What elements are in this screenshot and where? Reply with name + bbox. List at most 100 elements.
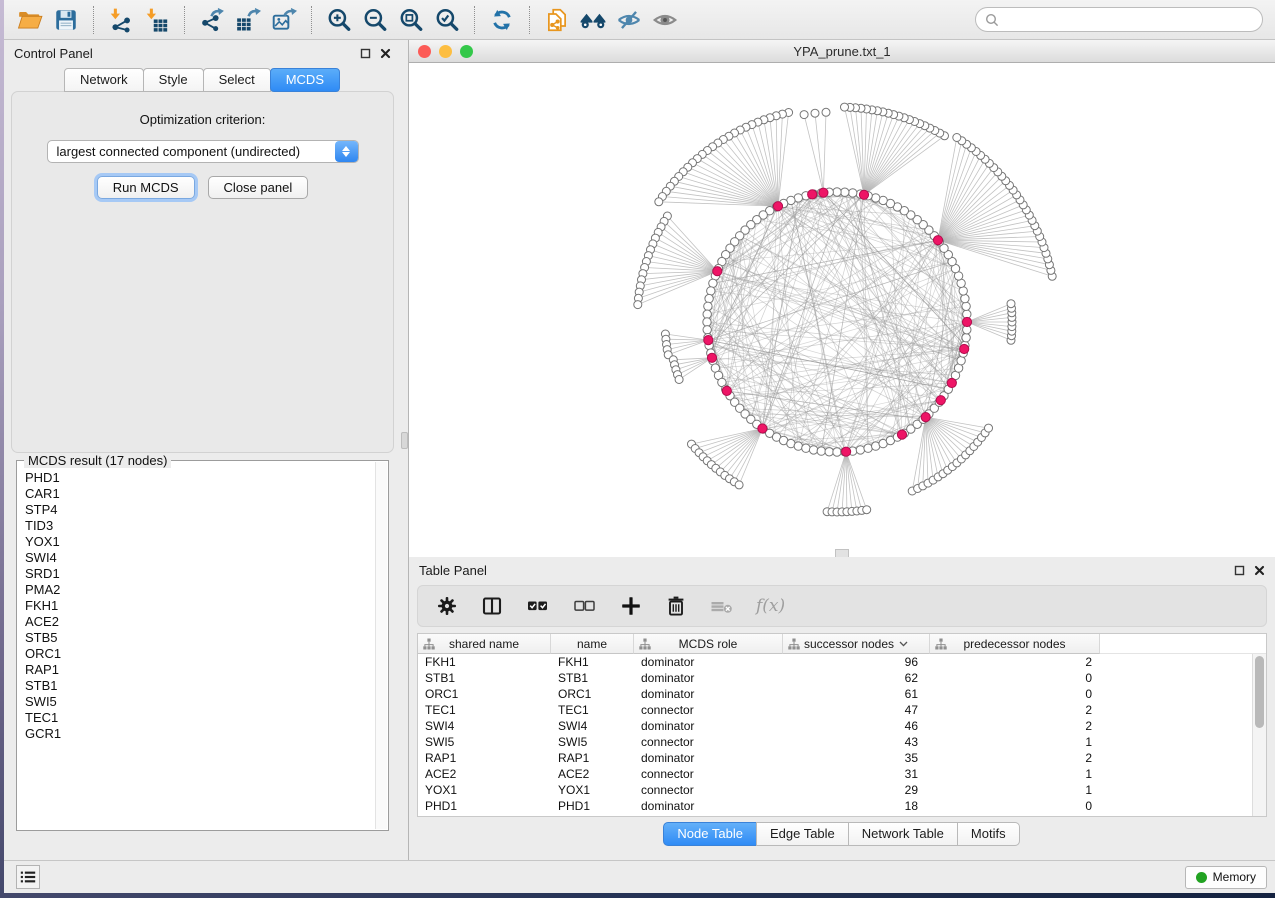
mcds-node-item[interactable]: STP4 (25, 502, 388, 518)
mcds-node-item[interactable]: STB5 (25, 630, 388, 646)
table-cell: STB1 (551, 671, 634, 685)
mcds-node-item[interactable]: TID3 (25, 518, 388, 534)
network-graph[interactable] (409, 63, 1274, 557)
table-scrollbar[interactable] (1252, 654, 1266, 816)
delete-icon[interactable] (664, 594, 688, 618)
table-row[interactable]: ORC1ORC1dominator610 (418, 686, 1266, 702)
tab-mcds[interactable]: MCDS (270, 68, 340, 92)
close-table-panel-icon[interactable] (1253, 564, 1265, 576)
save-icon[interactable] (49, 5, 83, 35)
table-row[interactable]: SWI4SWI4dominator462 (418, 718, 1266, 734)
table-cell: 2 (930, 655, 1100, 669)
refresh-icon[interactable] (485, 5, 519, 35)
close-panel-icon[interactable] (379, 47, 391, 59)
run-mcds-button[interactable]: Run MCDS (97, 176, 195, 199)
header-filler (1100, 634, 1266, 654)
mcds-result-title: MCDS result (17 nodes) (24, 453, 171, 468)
network-window-titlebar[interactable]: YPA_prune.txt_1 (409, 40, 1275, 63)
memory-status-icon (1196, 872, 1207, 883)
table-row[interactable]: RAP1RAP1dominator352 (418, 750, 1266, 766)
zoom-fit-icon[interactable] (394, 5, 428, 35)
import-table-icon[interactable] (140, 5, 174, 35)
network-file-icon[interactable] (540, 5, 574, 35)
search-box[interactable] (975, 7, 1263, 32)
network-canvas[interactable] (409, 63, 1275, 557)
zoom-selected-icon[interactable] (430, 5, 464, 35)
show-all-icon[interactable] (648, 5, 682, 35)
mcds-node-item[interactable]: RAP1 (25, 662, 388, 678)
mcds-node-item[interactable]: SWI5 (25, 694, 388, 710)
mcds-node-item[interactable]: STB1 (25, 678, 388, 694)
panel-splitter[interactable] (401, 40, 409, 860)
open-folder-icon[interactable] (13, 5, 47, 35)
table-splitter-handle[interactable] (835, 549, 849, 557)
column-header-MCDS-role[interactable]: MCDS role (634, 634, 783, 654)
close-window-icon[interactable] (418, 45, 431, 58)
deselect-all-icon[interactable] (572, 594, 598, 618)
mcds-node-item[interactable]: GCR1 (25, 726, 388, 742)
column-header-name[interactable]: name (551, 634, 634, 654)
tab-select[interactable]: Select (203, 68, 271, 92)
table-cell: TEC1 (551, 703, 634, 717)
search-network-icon[interactable] (576, 5, 610, 35)
column-header-shared-name[interactable]: shared name (418, 634, 551, 654)
mcds-node-item[interactable]: SWI4 (25, 550, 388, 566)
table-cell: 0 (930, 799, 1100, 813)
gear-icon[interactable] (435, 594, 459, 618)
float-panel-icon[interactable] (359, 47, 371, 59)
table-row[interactable]: PHD1PHD1dominator180 (418, 798, 1266, 814)
export-image-icon[interactable] (267, 5, 301, 35)
column-header-predecessor-nodes[interactable]: predecessor nodes (930, 634, 1100, 654)
mcds-node-item[interactable]: ACE2 (25, 614, 388, 630)
tab-network[interactable]: Network (64, 68, 144, 92)
table-row[interactable]: FKH1FKH1dominator962 (418, 654, 1266, 670)
import-network-icon[interactable] (104, 5, 138, 35)
memory-button[interactable]: Memory (1185, 866, 1267, 889)
hide-selected-icon[interactable] (612, 5, 646, 35)
mcds-node-item[interactable]: CAR1 (25, 486, 388, 502)
table-cell: PHD1 (418, 799, 551, 813)
optimization-criterion-dropdown[interactable]: largest connected component (undirected) (47, 140, 359, 163)
tab-style[interactable]: Style (143, 68, 204, 92)
table-row[interactable]: SWI5SWI5connector431 (418, 734, 1266, 750)
table-row[interactable]: ACE2ACE2connector311 (418, 766, 1266, 782)
mcds-node-item[interactable]: YOX1 (25, 534, 388, 550)
select-all-icon[interactable] (525, 594, 551, 618)
table-cell: 0 (930, 687, 1100, 701)
mcds-node-item[interactable]: FKH1 (25, 598, 388, 614)
search-input[interactable] (1004, 13, 1253, 27)
table-scrollbar-thumb[interactable] (1255, 656, 1264, 728)
float-table-panel-icon[interactable] (1233, 564, 1245, 576)
table-row[interactable]: STB1STB1dominator620 (418, 670, 1266, 686)
table-row[interactable]: YOX1YOX1connector291 (418, 782, 1266, 798)
export-table-icon[interactable] (231, 5, 265, 35)
mcds-node-item[interactable]: ORC1 (25, 646, 388, 662)
splitter-handle[interactable] (401, 432, 408, 449)
mcds-node-item[interactable]: PMA2 (25, 582, 388, 598)
zoom-out-icon[interactable] (358, 5, 392, 35)
column-header-successor-nodes[interactable]: successor nodes (783, 634, 930, 654)
mcds-result-scrollbar[interactable] (375, 462, 387, 829)
minimize-window-icon[interactable] (439, 45, 452, 58)
task-history-button[interactable] (16, 865, 40, 889)
zoom-window-icon[interactable] (460, 45, 473, 58)
columns-icon[interactable] (480, 594, 504, 618)
tab-node-table[interactable]: Node Table (663, 822, 757, 846)
mcds-node-item[interactable]: TEC1 (25, 710, 388, 726)
add-icon[interactable] (619, 594, 643, 618)
tab-network-table[interactable]: Network Table (848, 822, 958, 846)
tab-motifs[interactable]: Motifs (957, 822, 1020, 846)
table-tabs: Node TableEdge TableNetwork TableMotifs (409, 822, 1275, 846)
zoom-in-icon[interactable] (322, 5, 356, 35)
column-namespace-icon (639, 638, 651, 650)
node-table: shared namenameMCDS rolesuccessor nodesp… (417, 633, 1267, 817)
mcds-node-item[interactable]: PHD1 (25, 470, 388, 486)
export-network-icon[interactable] (195, 5, 229, 35)
mcds-node-item[interactable]: SRD1 (25, 566, 388, 582)
table-cell: connector (634, 703, 783, 717)
memory-label: Memory (1213, 870, 1256, 884)
close-panel-button[interactable]: Close panel (208, 176, 309, 199)
table-cell: TEC1 (418, 703, 551, 717)
tab-edge-table[interactable]: Edge Table (756, 822, 849, 846)
table-row[interactable]: TEC1TEC1connector472 (418, 702, 1266, 718)
